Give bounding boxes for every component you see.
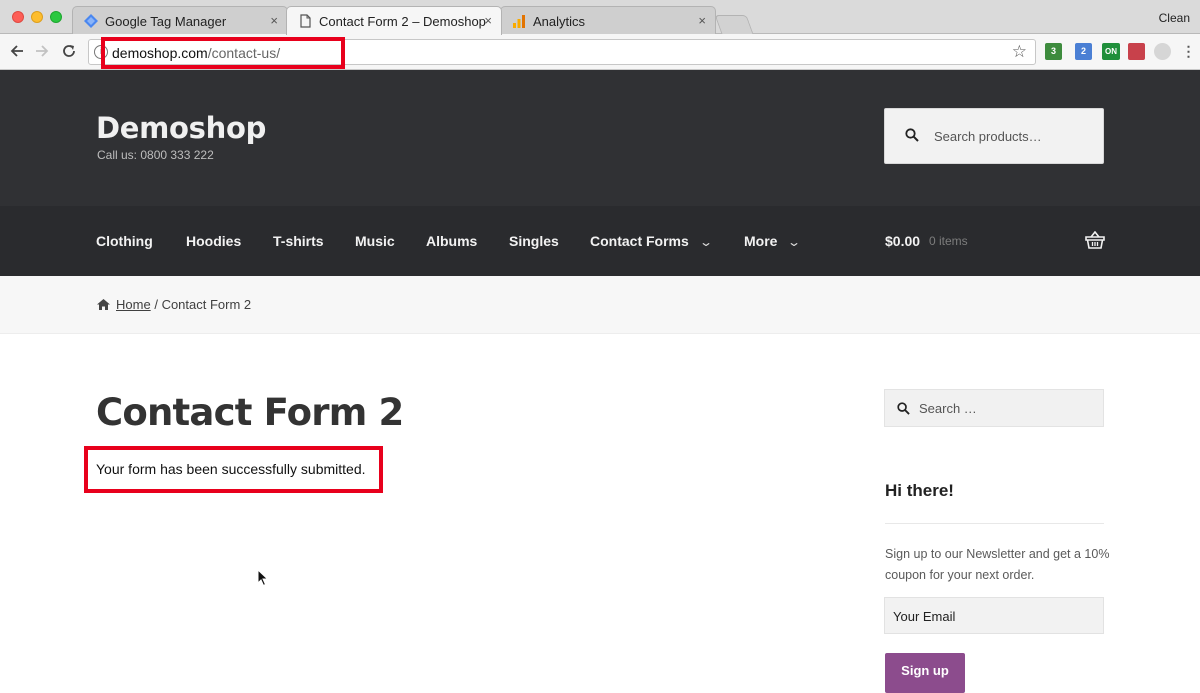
- home-icon: [97, 299, 110, 310]
- reload-icon[interactable]: [61, 43, 77, 59]
- on-toggle-icon[interactable]: ON: [1102, 43, 1120, 60]
- chevron-down-icon: ⌄: [787, 235, 802, 249]
- widget-divider: [885, 523, 1104, 524]
- cart-count[interactable]: 0 items: [929, 234, 968, 248]
- bookmark-star-icon[interactable]: ☆: [1012, 42, 1027, 62]
- analytics-icon: [513, 15, 525, 28]
- search-placeholder: Search …: [919, 401, 977, 416]
- main-navigation: Clothing Hoodies T-shirts Music Albums S…: [0, 206, 1200, 276]
- nav-item-clothing[interactable]: Clothing: [96, 233, 153, 249]
- tab-contact-form-2[interactable]: Contact Form 2 – Demoshop ×: [286, 6, 502, 35]
- tab-label: Contact Form 2 – Demoshop: [319, 14, 486, 29]
- close-tab-icon[interactable]: ×: [484, 13, 492, 28]
- widget-title: Hi there!: [885, 481, 954, 500]
- nav-item-t-shirts[interactable]: T-shirts: [273, 233, 324, 249]
- extension-badge: 2: [1080, 46, 1086, 56]
- profile-label[interactable]: Clean: [1159, 11, 1190, 25]
- nav-item-label: Contact Forms: [590, 233, 689, 249]
- breadcrumb-separator: /: [154, 297, 158, 312]
- sign-up-button[interactable]: Sign up: [885, 653, 965, 693]
- ghost-extension-icon[interactable]: [1154, 43, 1171, 60]
- breadcrumb-home-link[interactable]: Home: [116, 297, 151, 312]
- site-title[interactable]: Demoshop: [96, 111, 266, 145]
- nav-item-label: More: [744, 233, 778, 249]
- mouse-cursor-icon: [257, 569, 269, 587]
- message-highlight-box: [84, 446, 383, 493]
- search-icon: [897, 402, 910, 415]
- page-icon: [300, 14, 311, 28]
- extension-badge: 3: [1050, 46, 1056, 56]
- breadcrumb-current: Contact Form 2: [161, 297, 252, 312]
- browser-tabstrip: Google Tag Manager × Contact Form 2 – De…: [0, 0, 1200, 35]
- minimize-window-button[interactable]: [31, 11, 43, 23]
- search-icon: [905, 128, 919, 142]
- close-tab-icon[interactable]: ×: [698, 13, 706, 28]
- extension-badge: ON: [1105, 47, 1117, 56]
- chevron-down-icon: ⌄: [698, 235, 713, 249]
- site-header: Demoshop Call us: 0800 333 222 Search pr…: [0, 70, 1200, 206]
- product-search-field[interactable]: Search products…: [884, 108, 1104, 164]
- back-arrow-icon[interactable]: [9, 43, 25, 59]
- page-title: Contact Form 2: [96, 391, 404, 434]
- tag-assistant-icon[interactable]: 3: [1045, 43, 1062, 60]
- breadcrumb: Home / Contact Form 2: [97, 297, 251, 312]
- menu-icon[interactable]: ⋮: [1180, 43, 1197, 60]
- forward-arrow-icon[interactable]: [34, 43, 50, 59]
- site-phone: Call us: 0800 333 222: [97, 148, 214, 162]
- maximize-window-button[interactable]: [50, 11, 62, 23]
- nav-item-hoodies[interactable]: Hoodies: [186, 233, 241, 249]
- nav-item-contact-forms[interactable]: Contact Forms ⌄: [590, 233, 713, 249]
- tab-analytics[interactable]: Analytics ×: [500, 6, 716, 35]
- search-placeholder: Search products…: [934, 129, 1042, 144]
- url-highlight-box: [101, 37, 345, 69]
- newsletter-text: Sign up to our Newsletter and get a 10% …: [885, 547, 1110, 582]
- devtools-extension-icon[interactable]: 2: [1075, 43, 1092, 60]
- gtm-icon: [84, 14, 98, 28]
- breadcrumb-bar: Home / Contact Form 2: [0, 276, 1200, 334]
- nav-item-more[interactable]: More ⌄: [744, 233, 802, 249]
- close-tab-icon[interactable]: ×: [270, 13, 278, 28]
- email-field[interactable]: Your Email: [884, 597, 1104, 634]
- tab-label: Google Tag Manager: [105, 14, 227, 29]
- tab-label: Analytics: [533, 14, 586, 29]
- basket-icon[interactable]: [1085, 231, 1105, 249]
- nav-item-albums[interactable]: Albums: [426, 233, 477, 249]
- nav-item-singles[interactable]: Singles: [509, 233, 559, 249]
- close-window-button[interactable]: [12, 11, 24, 23]
- cart-total[interactable]: $0.00: [885, 233, 920, 249]
- nav-item-music[interactable]: Music: [355, 233, 395, 249]
- flag-extension-icon[interactable]: [1128, 43, 1145, 60]
- sidebar-search-field[interactable]: Search …: [884, 389, 1104, 427]
- new-tab-button[interactable]: [714, 15, 754, 34]
- tab-google-tag-manager[interactable]: Google Tag Manager ×: [72, 6, 288, 35]
